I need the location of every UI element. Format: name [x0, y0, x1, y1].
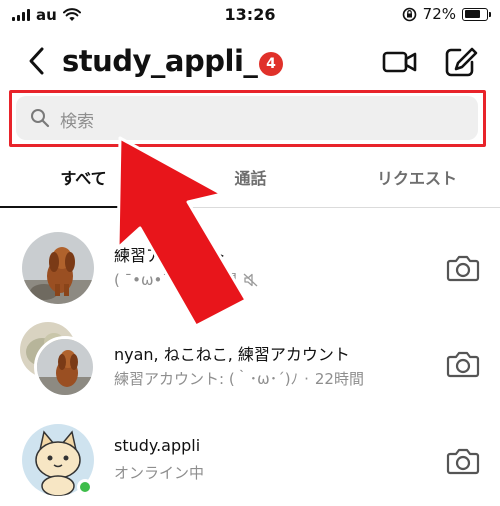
thread-time: 2時間	[197, 271, 237, 289]
thread-name: 練習アカウント	[114, 246, 227, 265]
back-icon[interactable]	[26, 46, 48, 76]
orientation-lock-icon	[402, 7, 416, 21]
compose-icon[interactable]	[444, 46, 480, 78]
camera-icon[interactable]	[446, 446, 480, 476]
thread-name: study.appli	[114, 436, 201, 455]
thread-message: ( ¯•ω•¯ )	[114, 270, 181, 289]
thread-row[interactable]: 練習アカウント ( ¯•ω•¯ ) · 2時間	[0, 222, 500, 314]
video-camera-icon[interactable]	[382, 46, 418, 78]
tab-calls[interactable]: 通話	[167, 158, 334, 208]
battery-fill	[464, 10, 480, 18]
tab-requests[interactable]: リクエスト	[334, 158, 500, 208]
avatar-front	[34, 336, 96, 398]
muted-icon	[243, 273, 258, 286]
thread-name: nyan, ねこねこ, 練習アカウント	[114, 345, 350, 364]
search-input[interactable]: 検索	[16, 96, 478, 140]
camera-icon[interactable]	[446, 349, 480, 379]
thread-separator: ·	[186, 270, 192, 289]
search-placeholder: 検索	[60, 112, 94, 132]
status-right: 72%	[402, 5, 491, 23]
thread-row[interactable]: study.appli オンライン中	[0, 410, 500, 502]
thread-time: 22時間	[314, 370, 364, 388]
avatar	[22, 232, 94, 304]
status-bar: au 13:26 72%	[0, 0, 500, 32]
camera-icon[interactable]	[446, 253, 480, 283]
tab-bar: すべて 通話 リクエスト	[0, 158, 500, 210]
battery-icon	[462, 7, 491, 21]
battery-percent: 72%	[422, 5, 456, 23]
thread-status: オンライン中	[114, 464, 205, 482]
thread-message: 練習アカウント: (｀･ω･´)ﾉ	[114, 370, 299, 388]
search-icon	[31, 109, 50, 128]
header: study_appli_ 4	[0, 38, 500, 84]
online-indicator	[77, 479, 93, 495]
page-title[interactable]: study_appli_	[62, 44, 258, 78]
tab-all[interactable]: すべて	[0, 158, 167, 208]
thread-preview: ( ¯•ω•¯ ) · 2時間	[114, 269, 259, 290]
unread-badge: 4	[259, 52, 283, 76]
thread-preview: 練習アカウント: (｀･ω･´)ﾉ · 22時間	[114, 368, 364, 389]
thread-row[interactable]: nyan, ねこねこ, 練習アカウント 練習アカウント: (｀･ω･´)ﾉ · …	[0, 314, 500, 406]
thread-separator: ·	[304, 369, 309, 388]
tab-active-indicator	[0, 206, 167, 208]
